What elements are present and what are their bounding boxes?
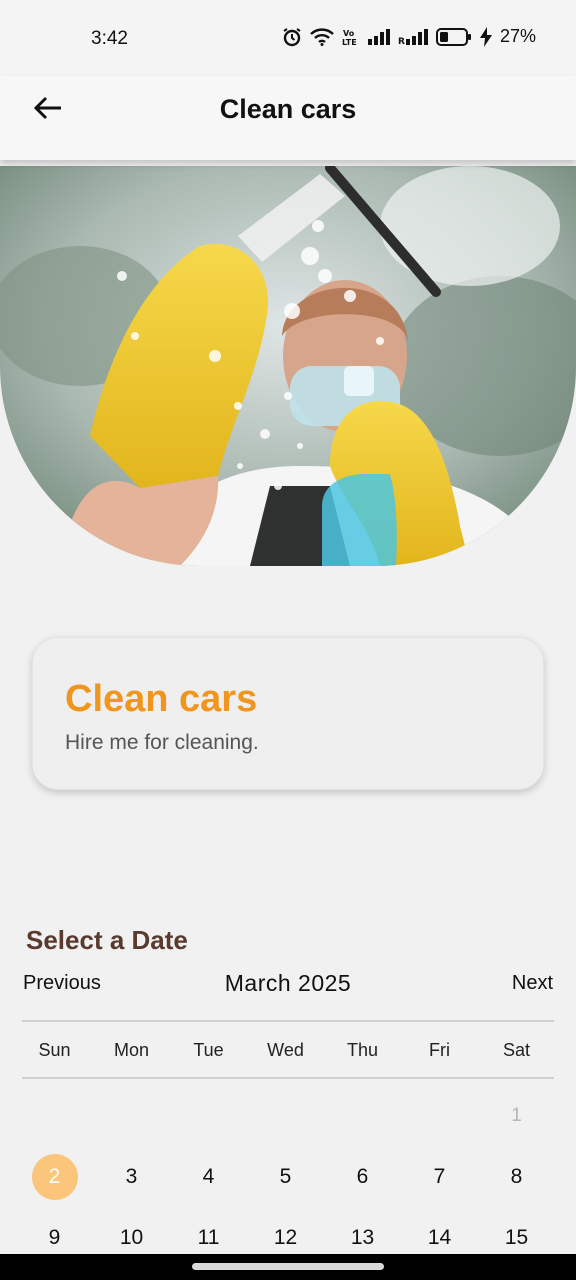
calendar-day[interactable]: 8 [478,1149,555,1205]
signal-icon [367,28,390,45]
home-handle[interactable] [192,1263,384,1270]
calendar-day-number: 8 [510,1165,523,1188]
svg-text:Vo: Vo [343,29,355,38]
battery-icon [435,27,472,46]
calendar-day[interactable]: 7 [401,1149,478,1205]
weekday-label: Tue [193,1040,224,1060]
calendar-day-number: 2 [31,1154,78,1200]
weekday-label: Thu [346,1040,379,1060]
calendar-day[interactable]: 2 [16,1149,93,1205]
calendar-day-number: 6 [356,1165,369,1188]
wifi-icon [310,27,334,46]
calendar-day[interactable]: 6 [324,1149,401,1205]
calendar-day-number: 5 [279,1165,292,1188]
calendar-day-number: 7 [433,1165,446,1188]
app-bar: Clean cars [0,76,576,160]
service-title: Clean cars [65,678,258,720]
svg-text:R: R [398,37,405,45]
weekday-header: Sun Mon Tue Wed Thu Fri Sat [16,1040,556,1061]
weekday-label: Sun [38,1040,71,1060]
next-month-button[interactable]: Next [512,972,553,995]
weekday-label: Sat [502,1040,531,1060]
volte-icon: Vo LTE [342,28,360,46]
system-nav-bar [0,1254,576,1280]
date-heading: Select a Date [26,925,188,955]
signal-roaming-icon: R [398,28,428,45]
service-card: Clean cars Hire me for cleaning. [32,637,544,790]
page-title: Clean cars [219,94,357,124]
service-subtitle: Hire me for cleaning. [65,731,259,754]
weekday-label: Mon [113,1040,149,1060]
calendar-day-number: 3 [125,1165,138,1188]
calendar-day[interactable]: 4 [170,1149,247,1205]
battery-percent: 27% [499,26,536,46]
calendar-day[interactable]: 5 [247,1149,324,1205]
status-bar: 3:42 Vo LTE R 27% [0,0,576,76]
alarm-icon [282,27,302,47]
calendar-divider [22,1020,554,1022]
hero-image [0,166,576,566]
calendar-day-number: 1 [511,1105,522,1126]
svg-text:LTE: LTE [342,38,357,46]
charging-icon [479,26,492,47]
weekday-label: Wed [267,1040,304,1060]
calendar-day[interactable]: 3 [93,1149,170,1205]
calendar-nav: Previous March 2025 Next [23,970,553,1000]
calendar-day[interactable]: 1 [478,1088,555,1144]
weekday-label: Fri [429,1040,450,1060]
status-icons: Vo LTE R 27% [282,26,536,47]
calendar-divider [22,1077,554,1079]
status-time: 3:42 [91,28,128,49]
calendar-day-number: 4 [202,1165,215,1188]
month-label: March 2025 [224,970,352,996]
